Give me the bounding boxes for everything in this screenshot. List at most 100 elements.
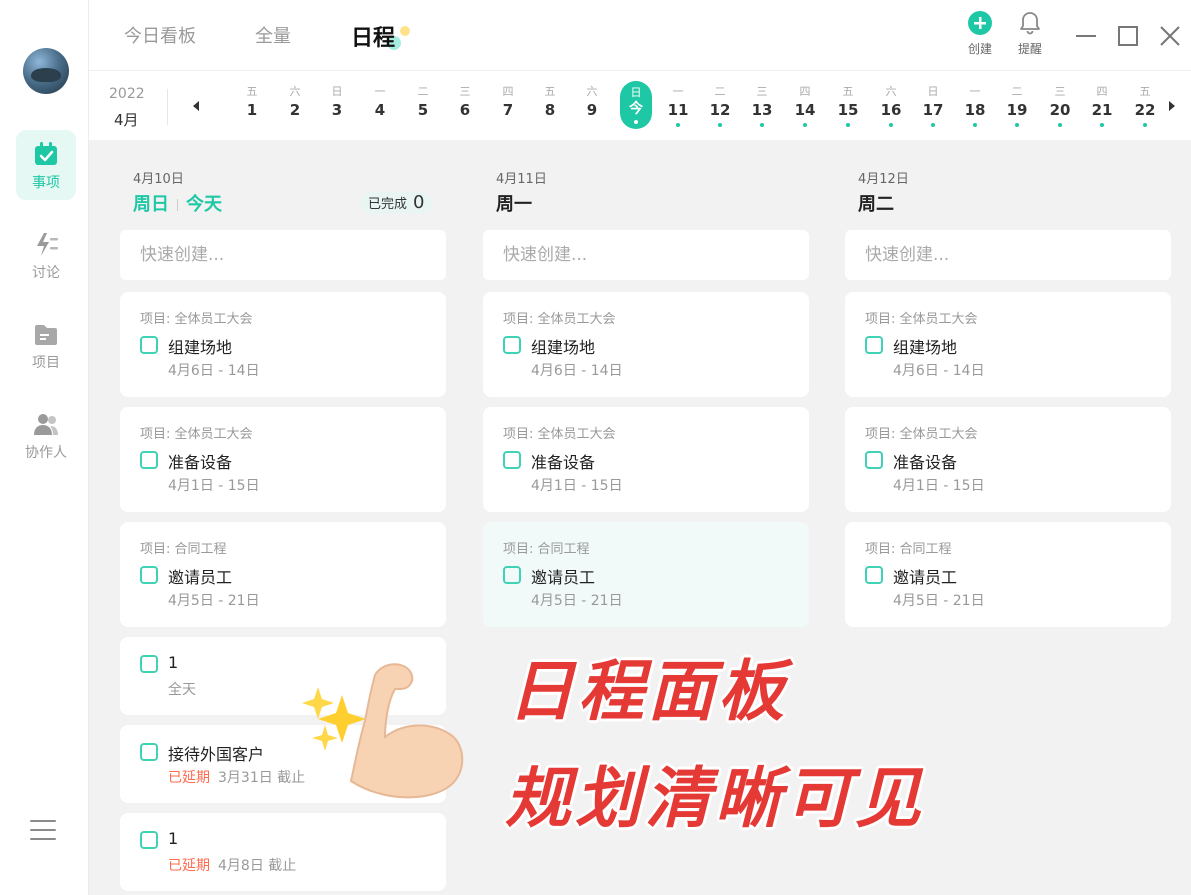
event-dot — [1143, 123, 1147, 127]
done-count: 0 — [413, 192, 425, 213]
task-card[interactable]: 项目: 合同工程 邀请员工 4月5日 - 21日 — [120, 522, 446, 627]
task-checkbox[interactable] — [865, 566, 883, 584]
task-checkbox[interactable] — [503, 336, 521, 354]
flex-arm-icon — [302, 663, 464, 799]
weekday-label: 三 — [459, 85, 471, 98]
weekday-label: 日 — [630, 86, 642, 99]
date-strip-day[interactable]: 六9 — [576, 85, 608, 121]
day-number: 5 — [417, 101, 429, 119]
weekday-text: 周二 — [858, 194, 894, 215]
task-card[interactable]: 项目: 全体员工大会 准备设备 4月1日 - 15日 — [120, 407, 446, 512]
top-bar: 今日看板 全量 日程 创建 提醒 — [89, 0, 1191, 70]
month-label[interactable]: 4月 — [114, 109, 139, 130]
bell-icon — [1020, 12, 1040, 35]
sidebar-item-collaborators[interactable]: 协作人 — [16, 400, 76, 470]
quick-create-input[interactable]: 快速创建... — [120, 230, 446, 280]
date-strip-day[interactable]: 一4 — [364, 85, 396, 121]
date-strip-day[interactable]: 一 11 — [662, 85, 694, 127]
task-checkbox[interactable] — [503, 566, 521, 584]
date-strip-day[interactable]: 二 19 — [1001, 85, 1033, 127]
task-checkbox[interactable] — [140, 451, 158, 469]
task-card[interactable]: 项目: 全体员工大会 准备设备 4月1日 - 15日 — [483, 407, 809, 512]
date-strip-day[interactable]: 日3 — [321, 85, 353, 121]
date-strip-day[interactable]: 五 22 — [1129, 85, 1161, 127]
task-card[interactable]: 项目: 全体员工大会 准备设备 4月1日 - 15日 — [845, 407, 1171, 512]
date-strip-day[interactable]: 五1 — [236, 85, 268, 121]
close-icon[interactable] — [1158, 24, 1182, 48]
date-strip-day[interactable]: 三 13 — [746, 85, 778, 127]
column-date: 4月11日 — [496, 172, 547, 187]
weekday-label: 日 — [331, 85, 343, 98]
task-date: 4月6日 - 14日 — [168, 360, 260, 380]
task-title: 组建场地 — [531, 338, 596, 357]
tab-schedule[interactable]: 日程 — [351, 20, 395, 52]
date-strip-day[interactable]: 五 15 — [832, 85, 864, 127]
date-strip-day[interactable]: 六2 — [279, 85, 311, 121]
sidebar: 事项 讨论 项目 协作人 — [0, 0, 89, 895]
quick-create-input[interactable]: 快速创建... — [483, 230, 809, 280]
date-strip-day[interactable]: 四 14 — [789, 85, 821, 127]
event-dot — [1058, 123, 1062, 127]
task-checkbox[interactable] — [140, 655, 158, 673]
quick-create-input[interactable]: 快速创建... — [845, 230, 1171, 280]
maximize-icon[interactable] — [1116, 24, 1140, 48]
task-card[interactable]: 项目: 全体员工大会 组建场地 4月6日 - 14日 — [483, 292, 809, 397]
sidebar-item-projects[interactable]: 项目 — [16, 310, 76, 380]
task-title: 接待外国客户 — [168, 745, 265, 764]
task-checkbox[interactable] — [865, 451, 883, 469]
date-strip-day[interactable]: 日 17 — [917, 85, 949, 127]
weekday-label: 一 — [374, 85, 386, 98]
date-strip-today[interactable]: 日今 — [620, 81, 652, 129]
sidebar-item-tasks[interactable]: 事项 — [16, 130, 76, 200]
task-card[interactable]: 1 已延期 4月8日 截止 — [120, 813, 446, 891]
task-checkbox[interactable] — [140, 743, 158, 761]
remind-button[interactable]: 提醒 — [1010, 10, 1050, 57]
date-strip-day[interactable]: 一 18 — [959, 85, 991, 127]
task-date-text: 4月5日 - 21日 — [168, 593, 260, 609]
avatar[interactable] — [23, 48, 69, 94]
task-card[interactable]: 项目: 全体员工大会 组建场地 4月6日 - 14日 — [120, 292, 446, 397]
event-dot — [676, 123, 680, 127]
weekday-label: 二 — [714, 85, 726, 98]
create-button[interactable]: 创建 — [960, 10, 1000, 57]
day-number: 今 — [629, 101, 643, 117]
date-strip-day[interactable]: 三6 — [449, 85, 481, 121]
task-card[interactable]: 项目: 全体员工大会 组建场地 4月6日 - 14日 — [845, 292, 1171, 397]
date-strip-day[interactable]: 三 20 — [1044, 85, 1076, 127]
task-card[interactable]: 项目: 合同工程 邀请员工 4月5日 - 21日 — [483, 522, 809, 627]
task-project: 项目: 全体员工大会 — [865, 312, 978, 327]
menu-icon[interactable] — [30, 820, 56, 842]
task-card[interactable]: 项目: 合同工程 邀请员工 4月5日 - 21日 — [845, 522, 1171, 627]
remind-label: 提醒 — [1017, 42, 1042, 56]
task-checkbox[interactable] — [140, 566, 158, 584]
task-checkbox[interactable] — [865, 336, 883, 354]
task-title: 准备设备 — [893, 453, 958, 472]
weekday-label: 五 — [842, 85, 854, 98]
task-checkbox[interactable] — [140, 831, 158, 849]
task-checkbox[interactable] — [503, 451, 521, 469]
task-title: 组建场地 — [893, 338, 958, 357]
tab-today-board[interactable]: 今日看板 — [124, 22, 196, 48]
tab-all[interactable]: 全量 — [255, 22, 291, 48]
day-number: 13 — [751, 101, 773, 119]
task-project: 项目: 合同工程 — [503, 542, 590, 557]
task-title: 组建场地 — [168, 338, 233, 357]
task-date-text: 4月1日 - 15日 — [893, 478, 985, 494]
date-strip-day[interactable]: 六 16 — [875, 85, 907, 127]
minimize-icon[interactable] — [1074, 24, 1098, 48]
task-date-text: 4月8日 截止 — [218, 858, 297, 874]
prev-arrow-icon[interactable] — [193, 101, 199, 111]
sidebar-item-label: 协作人 — [25, 445, 67, 461]
weekday-label: 五 — [1139, 85, 1151, 98]
next-arrow-icon[interactable] — [1169, 101, 1175, 111]
date-strip-day[interactable]: 五8 — [534, 85, 566, 121]
sidebar-item-discussion[interactable]: 讨论 — [16, 220, 76, 290]
task-checkbox[interactable] — [140, 336, 158, 354]
date-strip-day[interactable]: 二 12 — [704, 85, 736, 127]
divider — [177, 199, 178, 211]
date-strip-day[interactable]: 二5 — [407, 85, 439, 121]
date-strip-day[interactable]: 四7 — [492, 85, 524, 121]
date-strip: 2022 4月 五 1 六 2 日 3 一 4 二 5 三 6 四 7 五 8 六 9 日今一 11 二 12 三 13 四 14… — [89, 70, 1191, 140]
date-strip-day[interactable]: 四 21 — [1086, 85, 1118, 127]
day-number: 17 — [922, 101, 944, 119]
